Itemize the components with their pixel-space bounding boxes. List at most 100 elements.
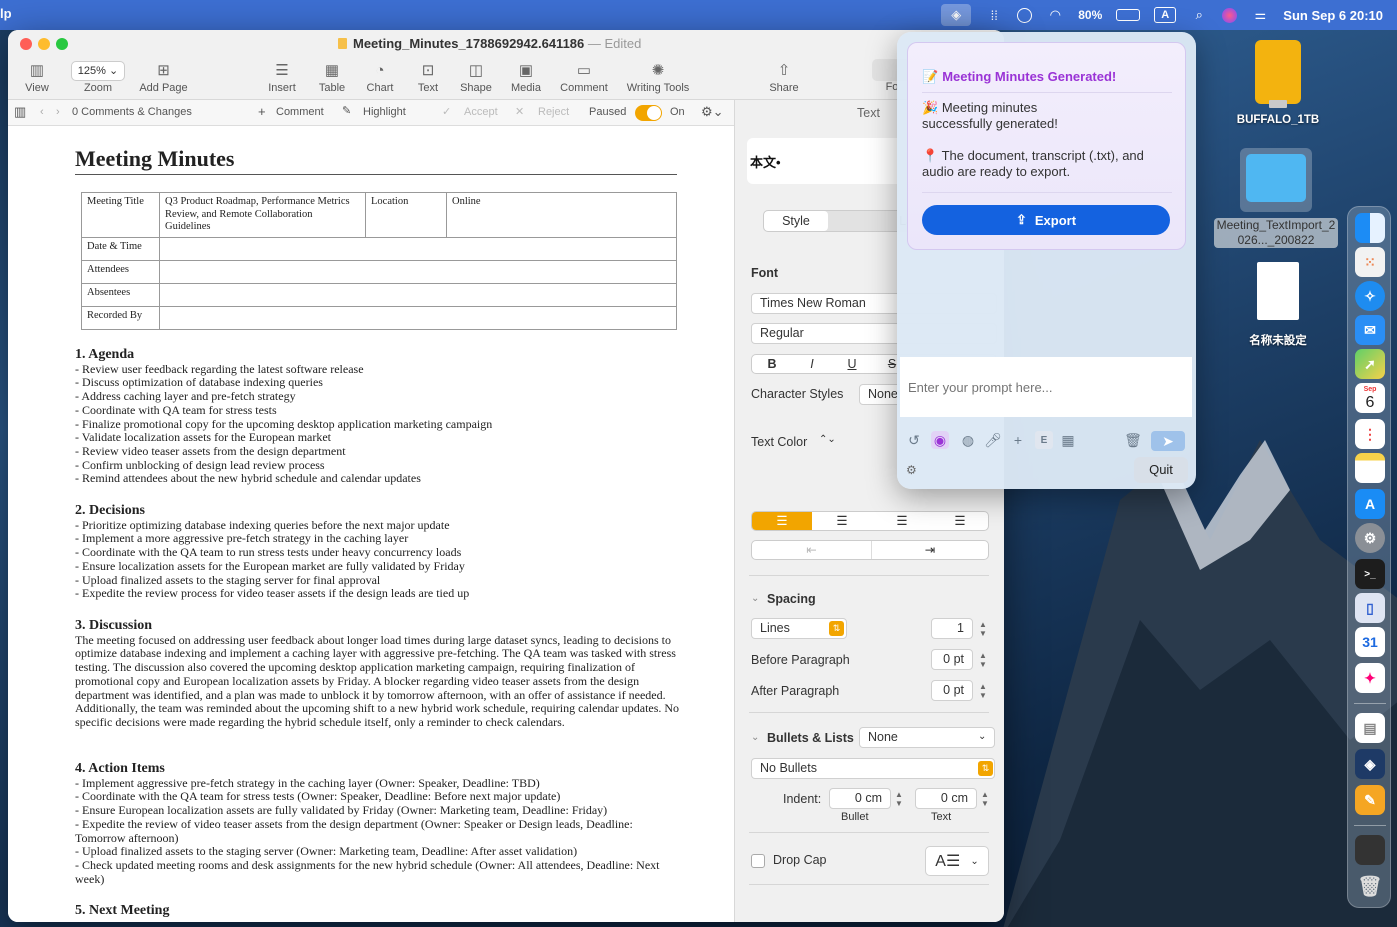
italic-button[interactable]: I <box>792 355 832 373</box>
settings-gear-icon[interactable]: ⚙ <box>906 463 917 477</box>
reject-button[interactable]: Reject <box>538 106 569 118</box>
underline-button[interactable]: U <box>832 355 872 373</box>
export-button[interactable]: ⇪ Export <box>922 205 1170 235</box>
add-page-button[interactable]: ⊞ Add Page <box>136 58 191 94</box>
brain-icon[interactable]: ◉ <box>931 431 949 449</box>
bold-button[interactable]: B <box>752 355 792 373</box>
zoom-control[interactable]: 125% ⌄ Zoom <box>68 58 128 94</box>
maps-icon[interactable]: ➚ <box>1355 349 1385 379</box>
table-cell[interactable]: Date & Time <box>81 236 160 261</box>
shape-button[interactable]: ◫ Shape <box>458 58 494 94</box>
prev-icon[interactable]: ‹ <box>40 106 44 118</box>
notes-icon[interactable] <box>1355 453 1385 483</box>
line-spacing-value[interactable]: 1 <box>931 618 973 639</box>
search-icon[interactable]: ⌕ <box>1190 6 1208 24</box>
pages-icon[interactable]: ✎ <box>1355 785 1385 815</box>
accept-button[interactable]: Accept <box>464 106 498 118</box>
document-title[interactable]: Meeting Minutes <box>75 146 677 175</box>
add-comment-icon[interactable]: + <box>258 104 266 119</box>
calendar-icon[interactable]: Sep 6 <box>1355 383 1385 413</box>
minimized-window-icon[interactable] <box>1355 835 1385 865</box>
mail-icon[interactable]: ✉ <box>1355 315 1385 345</box>
meeting-app-icon[interactable]: ◈ <box>1355 749 1385 779</box>
desktop-folder[interactable]: Meeting_TextImport_2026..._200822 <box>1214 148 1338 248</box>
align-right-button[interactable]: ☰ <box>872 512 932 530</box>
sidebar-toggle-icon[interactable]: ▥ <box>14 104 26 120</box>
app-menu[interactable]: lp <box>0 6 12 21</box>
writing-tools-button[interactable]: ✺ Writing Tools <box>622 58 694 94</box>
text-button[interactable]: ⊡ Text <box>410 58 446 94</box>
history-icon[interactable]: ↺ <box>905 431 923 449</box>
add-icon[interactable]: + <box>1009 431 1027 449</box>
highlight-icon[interactable]: ✎ <box>342 104 351 117</box>
discussion-section[interactable]: 3. Discussion The meeting focused on add… <box>75 619 681 730</box>
decrease-indent-button[interactable]: ⇤ <box>752 541 871 559</box>
grid-icon[interactable]: ▦ <box>1059 431 1077 449</box>
text-color-label[interactable]: Text Color <box>751 435 807 449</box>
text-indent-value[interactable]: 0 cm <box>915 788 977 809</box>
inspector-tab-text[interactable]: Text <box>857 106 880 120</box>
table-cell[interactable]: Online <box>446 192 677 238</box>
drop-cap-style-select[interactable]: A☰ ⌄ <box>925 846 989 876</box>
table-cell[interactable]: Absentees <box>81 282 160 307</box>
trash-icon[interactable]: 🗑︎ <box>1124 431 1142 449</box>
control-center-icon[interactable]: ⚌ <box>1251 6 1269 24</box>
simulator-icon[interactable]: ▯ <box>1355 593 1385 623</box>
table-cell[interactable] <box>159 259 677 284</box>
table-cell[interactable]: Location <box>365 192 447 238</box>
spacing-stepper[interactable]: ▲ ▼ <box>977 618 989 640</box>
desktop-file[interactable]: 名称未設定 <box>1230 262 1326 348</box>
highlight-button[interactable]: Highlight <box>363 106 406 118</box>
increase-indent-button[interactable]: ⇥ <box>871 541 988 559</box>
meeting-info-table[interactable]: Meeting Title Q3 Product Roadmap, Perfor… <box>81 192 677 330</box>
bullet-type-select[interactable]: No Bullets <box>751 758 995 779</box>
safari-icon[interactable]: ✧ <box>1355 281 1385 311</box>
align-left-button[interactable]: ☰ <box>752 512 812 530</box>
before-paragraph-stepper[interactable]: ▲ ▼ <box>977 649 989 671</box>
finder-icon[interactable] <box>1355 213 1385 243</box>
after-paragraph-stepper[interactable]: ▲ ▼ <box>977 680 989 702</box>
add-comment-button[interactable]: Comment <box>276 106 324 118</box>
settings-gear-icon[interactable]: ⚙⌄ <box>701 104 724 120</box>
close-button[interactable] <box>20 38 32 50</box>
align-justify-button[interactable]: ☰ <box>932 512 988 530</box>
agenda-section[interactable]: 1. Agenda - Review user feedback regardi… <box>75 348 685 486</box>
table-cell[interactable] <box>159 282 677 307</box>
after-paragraph-value[interactable]: 0 pt <box>931 680 973 701</box>
tab-style[interactable]: Style <box>764 211 828 231</box>
system-settings-icon[interactable]: ⚙ <box>1355 523 1385 553</box>
grid-icon[interactable]: ⁞⁞ <box>985 6 1003 24</box>
bullet-indent-value[interactable]: 0 cm <box>829 788 891 809</box>
clock[interactable]: Sun Sep 6 20:10 <box>1283 8 1383 23</box>
quit-button[interactable]: Quit <box>1134 457 1188 483</box>
table-cell[interactable]: Recorded By <box>81 305 160 330</box>
bullet-indent-stepper[interactable]: ▲ ▼ <box>893 788 905 810</box>
desktop-drive[interactable]: BUFFALO_1TB <box>1230 40 1326 126</box>
input-source-icon[interactable]: A <box>1154 7 1177 23</box>
table-cell[interactable]: Meeting Title <box>81 192 160 238</box>
align-center-button[interactable]: ☰ <box>812 512 872 530</box>
bullets-disclosure-icon[interactable]: ⌄ <box>751 732 759 743</box>
send-icon[interactable]: ➤ <box>1151 431 1185 451</box>
decisions-section[interactable]: 2. Decisions - Prioritize optimizing dat… <box>75 504 685 601</box>
calendar-app-icon[interactable]: 31 <box>1355 627 1385 657</box>
minimize-button[interactable] <box>38 38 50 50</box>
wifi-icon[interactable]: ◠ <box>1046 6 1064 24</box>
globe-icon[interactable]: ◍ <box>959 431 977 449</box>
bullets-list-style-select[interactable]: None <box>859 727 995 748</box>
table-cell[interactable] <box>159 236 677 261</box>
microphone-icon[interactable]: 🎤︎ <box>984 431 1002 449</box>
zoom-button[interactable] <box>56 38 68 50</box>
app-store-icon[interactable]: A <box>1355 489 1385 519</box>
battery-icon[interactable] <box>1116 9 1141 21</box>
table-cell[interactable] <box>159 305 677 330</box>
zoom-value[interactable]: 125% ⌄ <box>70 61 126 81</box>
table-cell[interactable]: Attendees <box>81 259 160 284</box>
trash-icon[interactable]: 🗑︎ <box>1355 871 1385 901</box>
photos-icon[interactable]: ✦ <box>1355 663 1385 693</box>
textedit-icon[interactable]: ▤ <box>1355 713 1385 743</box>
action-items-section[interactable]: 4. Action Items - Implement aggressive p… <box>75 762 675 886</box>
share-button[interactable]: ⇧ Share <box>766 58 802 94</box>
text-indent-stepper[interactable]: ▲ ▼ <box>979 788 991 810</box>
e-toggle[interactable]: E <box>1035 431 1053 449</box>
